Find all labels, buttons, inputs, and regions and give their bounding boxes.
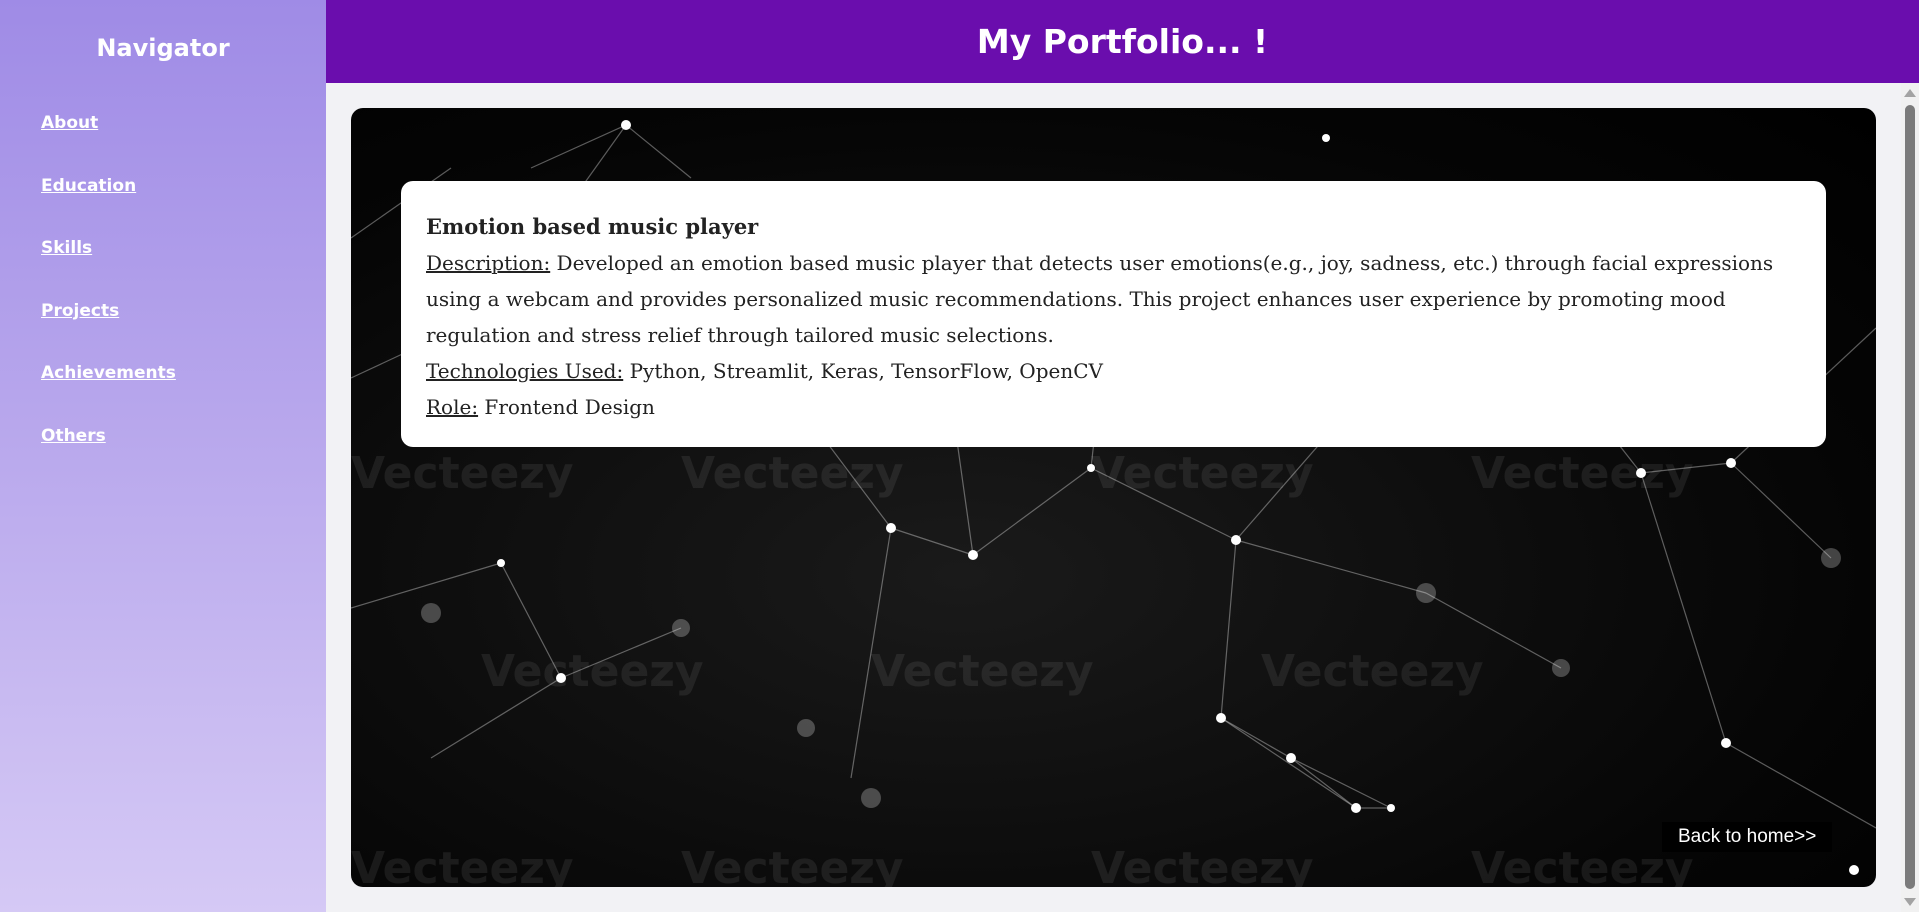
sidebar-item-achievements[interactable]: Achievements bbox=[41, 363, 176, 383]
scroll-down-arrow-icon[interactable] bbox=[1904, 898, 1916, 906]
technologies-text: Python, Streamlit, Keras, TensorFlow, Op… bbox=[623, 359, 1103, 383]
description-label: Description: bbox=[426, 251, 551, 275]
project-title: Emotion based music player bbox=[426, 214, 759, 239]
page-header: My Portfolio... ! bbox=[326, 0, 1919, 83]
watermark: Vecteezy bbox=[1471, 843, 1694, 887]
description-text: Developed an emotion based music player … bbox=[426, 251, 1774, 347]
project-card: Emotion based music player Description: … bbox=[401, 181, 1826, 447]
sidebar-item-education[interactable]: Education bbox=[41, 176, 136, 196]
watermark: Vecteezy bbox=[681, 843, 904, 887]
project-description: Description: Developed an emotion based … bbox=[426, 245, 1801, 353]
sidebar-item-about[interactable]: About bbox=[41, 113, 98, 133]
watermark: Vecteezy bbox=[1261, 646, 1484, 697]
nav-list: About Education Skills Projects Achievem… bbox=[41, 113, 176, 488]
technologies-label: Technologies Used: bbox=[426, 359, 624, 383]
back-to-home-link[interactable]: Back to home>> bbox=[1662, 822, 1833, 852]
project-technologies: Technologies Used: Python, Streamlit, Ke… bbox=[426, 353, 1801, 389]
page-title: My Portfolio... ! bbox=[976, 22, 1269, 61]
project-role: Role: Frontend Design bbox=[426, 389, 1801, 425]
watermark: Vecteezy bbox=[351, 448, 574, 499]
watermark: Vecteezy bbox=[351, 843, 574, 887]
sidebar-title: Navigator bbox=[96, 34, 230, 62]
sidebar-item-skills[interactable]: Skills bbox=[41, 238, 92, 258]
vertical-scrollbar[interactable] bbox=[1901, 83, 1919, 912]
watermark: Vecteezy bbox=[1091, 448, 1314, 499]
scrollbar-thumb[interactable] bbox=[1905, 105, 1915, 889]
watermark: Vecteezy bbox=[681, 448, 904, 499]
watermark: Vecteezy bbox=[1471, 448, 1694, 499]
role-text: Frontend Design bbox=[478, 395, 655, 419]
role-label: Role: bbox=[426, 395, 479, 419]
watermark: Vecteezy bbox=[1091, 843, 1314, 887]
watermark: Vecteezy bbox=[481, 646, 704, 697]
sidebar-item-others[interactable]: Others bbox=[41, 426, 106, 446]
sidebar-item-projects[interactable]: Projects bbox=[41, 301, 119, 321]
scroll-up-arrow-icon[interactable] bbox=[1904, 89, 1916, 97]
watermark: Vecteezy bbox=[871, 646, 1094, 697]
sidebar: Navigator About Education Skills Project… bbox=[0, 0, 326, 912]
